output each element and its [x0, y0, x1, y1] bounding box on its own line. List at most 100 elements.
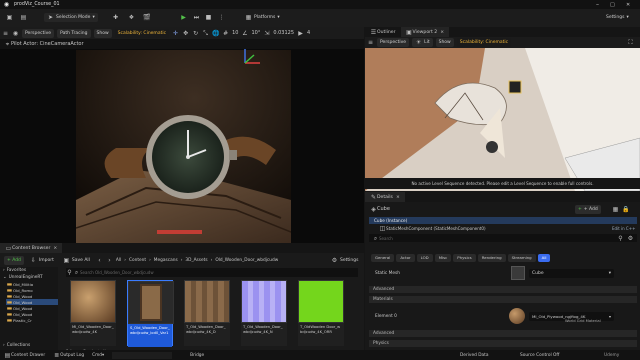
- breadcrumb-item[interactable]: Content: [129, 258, 146, 263]
- grid-snap-icon[interactable]: #: [222, 30, 229, 37]
- asset-tile[interactable]: T_OldWooden Door_wbdjcudw_4K_ORR: [298, 280, 344, 346]
- cinematics-icon[interactable]: 🎬: [143, 14, 150, 21]
- angle-snap-icon[interactable]: ∠: [241, 30, 248, 37]
- camera-speed-value[interactable]: 4: [307, 30, 310, 36]
- save-icon: ▣: [63, 256, 70, 264]
- path-tracing-button[interactable]: Path Tracing: [57, 28, 91, 38]
- asset-tile-selected[interactable]: S_Old_Wooden_Door_wbdjcudw_lod0_Var1: [127, 280, 174, 347]
- platforms-dropdown[interactable]: ▦ Platforms ▾: [242, 13, 283, 22]
- folder-item[interactable]: ▬ Plastic_Cr: [6, 317, 58, 324]
- console-input[interactable]: [112, 351, 173, 359]
- add-actor-icon[interactable]: ✚: [112, 14, 119, 21]
- perspective-button[interactable]: Perspective: [22, 28, 55, 38]
- maximize-button[interactable]: □: [610, 2, 615, 8]
- move-icon[interactable]: ✥: [182, 30, 189, 37]
- stop-icon[interactable]: ■: [205, 14, 212, 21]
- close-window-button[interactable]: ✕: [626, 2, 630, 8]
- forward-arrow-icon[interactable]: ›: [106, 257, 113, 264]
- perspective-button[interactable]: Perspective: [377, 38, 410, 47]
- camera-icon[interactable]: ◉: [12, 30, 19, 37]
- add-button[interactable]: + Add: [4, 255, 24, 265]
- static-mesh-dropdown[interactable]: Cube ▾: [529, 268, 614, 278]
- filter-physics[interactable]: Physics: [453, 253, 476, 262]
- filter-misc[interactable]: Misc: [434, 253, 452, 262]
- import-button[interactable]: ⇩ Import: [27, 256, 57, 265]
- lock-icon[interactable]: 🔒: [622, 206, 629, 213]
- breadcrumb-item[interactable]: All: [116, 258, 121, 263]
- advanced-section-2[interactable]: Advanced: [369, 330, 637, 337]
- content-search[interactable]: ⚲ ⌕ Search Old_Wooden_Door_wbdjcudw: [66, 268, 358, 277]
- filter-rendering[interactable]: Rendering: [477, 253, 506, 262]
- asset-tile[interactable]: T_Old_Wooden_Door_wbdjcudw_4K_N: [241, 280, 287, 346]
- play-icon[interactable]: ▶: [180, 14, 187, 21]
- rotate-icon[interactable]: ↻: [192, 30, 199, 37]
- settings-icon[interactable]: ⚙: [627, 235, 634, 242]
- select-icon[interactable]: ✛: [172, 30, 179, 37]
- materials-section[interactable]: Materials: [369, 296, 637, 303]
- asset-tile[interactable]: T_Old_Wooden_Door_wbdjcudw_4K_D: [184, 280, 230, 346]
- settings-button[interactable]: Settings ▾: [603, 13, 632, 22]
- scale-snap-icon[interactable]: ⇲: [263, 30, 270, 37]
- tab-details[interactable]: ✎ Details ×: [365, 192, 405, 202]
- content-drawer-button[interactable]: ▤ Content Drawer: [4, 352, 45, 359]
- breadcrumb-item[interactable]: Old_Wooden_Door_wbdjcudw: [215, 258, 278, 263]
- filter-icon[interactable]: ⚲: [617, 235, 624, 242]
- main-viewport[interactable]: ≡ ◉ Perspective Path Tracing Show Scalab…: [0, 27, 364, 243]
- details-search[interactable]: ⌕ Search ⚲ ⚙: [369, 234, 637, 242]
- filter-all[interactable]: All: [537, 253, 551, 262]
- favorites-header[interactable]: › Favorites: [0, 267, 58, 274]
- selection-mode-dropdown[interactable]: ➤ Selection Mode ▾: [44, 13, 98, 22]
- collections-header[interactable]: › Collections: [0, 342, 30, 349]
- filter-icon[interactable]: ⚲: [66, 269, 73, 276]
- derived-data-button[interactable]: Derived Data: [460, 353, 488, 358]
- breadcrumb-item[interactable]: 3D_Assets: [185, 258, 207, 263]
- tab-content-browser[interactable]: ▭ Content Browser ×: [0, 243, 63, 253]
- blueprint-icon[interactable]: ▦: [612, 206, 619, 213]
- play-options-icon[interactable]: ⋮: [218, 14, 225, 21]
- hamburger-icon[interactable]: ≡: [2, 30, 9, 37]
- save-all-button[interactable]: ▣ Save All: [60, 256, 93, 265]
- scale-icon[interactable]: ⤡: [202, 30, 209, 37]
- tab-outliner[interactable]: ☰ Outliner: [365, 27, 401, 37]
- minimize-button[interactable]: –: [596, 1, 599, 8]
- world-icon[interactable]: 🌐: [212, 30, 219, 37]
- advanced-section-1[interactable]: Advanced: [369, 286, 637, 293]
- filter-actor[interactable]: Actor: [396, 253, 415, 262]
- source-control-button[interactable]: Source Control Off: [520, 353, 559, 358]
- step-icon[interactable]: ⏭: [193, 14, 200, 21]
- render-progress-bar: [157, 230, 202, 234]
- content-icon[interactable]: ▤: [20, 14, 27, 21]
- settings-button[interactable]: ⚙ Settings: [328, 256, 361, 265]
- edit-cpp-link[interactable]: Edit in C++: [612, 226, 635, 231]
- show-button[interactable]: Show: [435, 38, 454, 47]
- filter-streaming[interactable]: Streaming: [507, 253, 536, 262]
- viewport2-scene[interactable]: [365, 48, 640, 191]
- instance-row[interactable]: Cube (Instance): [369, 217, 637, 224]
- add-component-button[interactable]: + + Add: [575, 204, 601, 214]
- physics-section[interactable]: Physics: [369, 340, 637, 347]
- main-toolbar: ▣ ▤ ➤ Selection Mode ▾ ✚ ❖ 🎬 ▶ ⏭ ■ ⋮ ▦ P…: [0, 9, 640, 27]
- camera-speed-icon[interactable]: ▶: [297, 30, 304, 37]
- scale-value[interactable]: 0.03125: [273, 30, 294, 36]
- cmd-button[interactable]: Cmd ▾: [92, 353, 104, 358]
- title-bar: ◉ prodViz_Course_01 – □ ✕: [0, 0, 640, 9]
- tab-viewport2[interactable]: ▣ Viewport 2 ×: [400, 27, 450, 37]
- output-log-button[interactable]: ≣ Output Log: [53, 352, 84, 359]
- scalability-button[interactable]: Scalability: Cinematic: [456, 38, 512, 47]
- grid-value[interactable]: 10: [232, 30, 238, 36]
- scalability-button[interactable]: Scalability: Cinematic: [114, 28, 170, 38]
- back-arrow-icon[interactable]: ‹: [96, 257, 103, 264]
- show-button[interactable]: Show: [93, 28, 112, 38]
- bridge-button[interactable]: Bridge: [190, 353, 204, 358]
- angle-value[interactable]: 10°: [251, 30, 260, 36]
- hamburger-icon[interactable]: ≡: [367, 39, 374, 46]
- maximize-viewport-icon[interactable]: ⛶: [627, 39, 634, 46]
- breadcrumb-item[interactable]: Megascans: [154, 258, 178, 263]
- save-icon[interactable]: ▣: [6, 14, 13, 21]
- filter-lod[interactable]: LOD: [416, 253, 433, 262]
- asset-tile[interactable]: MI_Old_Wooden_Door_wbdjcudw_4K: [70, 280, 116, 346]
- component-row[interactable]: ◫ StaticMeshComponent (StaticMeshCompone…: [369, 225, 637, 232]
- blueprint-icon[interactable]: ❖: [128, 14, 135, 21]
- lit-button[interactable]: ☀ Lit: [412, 38, 433, 47]
- filter-general[interactable]: General: [371, 253, 395, 262]
